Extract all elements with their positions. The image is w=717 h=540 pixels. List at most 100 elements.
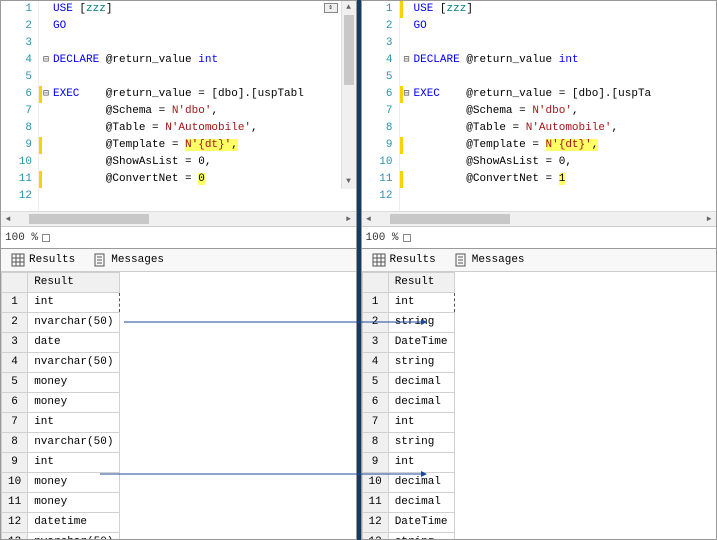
table-row[interactable]: 8nvarchar(50) xyxy=(2,433,120,453)
code-line[interactable] xyxy=(414,35,717,52)
tab-messages[interactable]: Messages xyxy=(89,251,168,269)
cell-value[interactable]: nvarchar(50) xyxy=(28,533,120,540)
right-editor[interactable]: 123456789101112 ⊟⊟ USE [zzz]GODECLARE @r… xyxy=(362,1,717,211)
cell-value[interactable]: int xyxy=(388,293,454,313)
cell-value[interactable]: string xyxy=(388,353,454,373)
code-line[interactable]: GO xyxy=(414,18,717,35)
cell-value[interactable]: decimal xyxy=(388,373,454,393)
row-number[interactable]: 12 xyxy=(2,513,28,533)
code-line[interactable]: @Table = N'Automobile', xyxy=(53,120,356,137)
cell-value[interactable]: nvarchar(50) xyxy=(28,353,120,373)
row-number[interactable]: 3 xyxy=(2,333,28,353)
column-header[interactable]: Result xyxy=(28,273,120,293)
row-number[interactable]: 5 xyxy=(2,373,28,393)
cell-value[interactable]: string xyxy=(388,433,454,453)
left-code-area[interactable]: USE [zzz]GODECLARE @return_value intEXEC… xyxy=(53,1,356,211)
tab-results[interactable]: Results xyxy=(7,251,79,269)
row-number[interactable]: 2 xyxy=(2,313,28,333)
table-row[interactable]: 11money xyxy=(2,493,120,513)
row-number[interactable]: 13 xyxy=(2,533,28,540)
cell-value[interactable]: DateTime xyxy=(388,333,454,353)
table-row[interactable]: 4nvarchar(50) xyxy=(2,353,120,373)
table-row[interactable]: 5money xyxy=(2,373,120,393)
row-number[interactable]: 7 xyxy=(2,413,28,433)
code-line[interactable]: EXEC @return_value = [dbo].[uspTabl xyxy=(53,86,356,103)
cell-value[interactable]: nvarchar(50) xyxy=(28,433,120,453)
column-header[interactable]: Result xyxy=(388,273,454,293)
code-line[interactable]: @ShowAsList = 0, xyxy=(53,154,356,171)
row-number[interactable]: 13 xyxy=(362,533,388,540)
table-row[interactable]: 1int xyxy=(2,293,120,313)
row-number[interactable]: 5 xyxy=(362,373,388,393)
right-code-area[interactable]: USE [zzz]GODECLARE @return_value intEXEC… xyxy=(414,1,717,211)
fold-minus-icon[interactable]: ⊟ xyxy=(39,52,53,69)
left-editor[interactable]: 123456789101112 ⊟⊟ USE [zzz]GODECLARE @r… xyxy=(1,1,356,211)
cell-value[interactable]: int xyxy=(28,413,120,433)
zoom-level[interactable]: 100 % xyxy=(366,232,399,244)
table-row[interactable]: 13nvarchar(50) xyxy=(2,533,120,540)
cell-value[interactable]: nvarchar(50) xyxy=(28,313,120,333)
code-line[interactable] xyxy=(414,69,717,86)
scrollbar-thumb[interactable] xyxy=(344,15,354,85)
code-line[interactable]: @ConvertNet = 1 xyxy=(414,171,717,188)
code-line[interactable]: DECLARE @return_value int xyxy=(414,52,717,69)
cell-value[interactable]: int xyxy=(388,413,454,433)
table-row[interactable]: 6decimal xyxy=(362,393,454,413)
code-line[interactable]: USE [zzz] xyxy=(53,1,356,18)
split-button[interactable]: ⇕ xyxy=(324,3,338,13)
cell-value[interactable]: money xyxy=(28,373,120,393)
vertical-scrollbar[interactable]: ▲ ▼ xyxy=(341,1,356,189)
row-number[interactable]: 8 xyxy=(362,433,388,453)
table-row[interactable]: 3DateTime xyxy=(362,333,454,353)
table-row[interactable]: 9int xyxy=(362,453,454,473)
row-number[interactable]: 11 xyxy=(362,493,388,513)
cell-value[interactable]: money xyxy=(28,493,120,513)
grid-corner[interactable] xyxy=(2,273,28,293)
code-line[interactable]: @Schema = N'dbo', xyxy=(414,103,717,120)
table-row[interactable]: 5decimal xyxy=(362,373,454,393)
cell-value[interactable]: money xyxy=(28,473,120,493)
code-line[interactable] xyxy=(53,35,356,52)
scrollbar-thumb[interactable] xyxy=(29,214,149,224)
code-line[interactable]: @Template = N'{dt}', xyxy=(414,137,717,154)
table-row[interactable]: 2nvarchar(50) xyxy=(2,313,120,333)
grid-corner[interactable] xyxy=(362,273,388,293)
cell-value[interactable]: decimal xyxy=(388,473,454,493)
scrollbar-thumb[interactable] xyxy=(390,214,510,224)
table-row[interactable]: 13string xyxy=(362,533,454,540)
code-line[interactable]: @Table = N'Automobile', xyxy=(414,120,717,137)
table-row[interactable]: 12DateTime xyxy=(362,513,454,533)
chevron-down-icon[interactable] xyxy=(403,234,411,242)
table-row[interactable]: 2string xyxy=(362,313,454,333)
cell-value[interactable]: datetime xyxy=(28,513,120,533)
fold-minus-icon[interactable]: ⊟ xyxy=(400,52,414,69)
table-row[interactable]: 10money xyxy=(2,473,120,493)
cell-value[interactable]: money xyxy=(28,393,120,413)
row-number[interactable]: 11 xyxy=(2,493,28,513)
tab-results[interactable]: Results xyxy=(368,251,440,269)
row-number[interactable]: 2 xyxy=(362,313,388,333)
code-line[interactable]: DECLARE @return_value int xyxy=(53,52,356,69)
row-number[interactable]: 10 xyxy=(362,473,388,493)
code-line[interactable] xyxy=(53,188,356,205)
horizontal-scrollbar[interactable]: ◄► xyxy=(1,211,356,226)
tab-messages[interactable]: Messages xyxy=(450,251,529,269)
row-number[interactable]: 1 xyxy=(2,293,28,313)
right-results-grid[interactable]: Result1int2string3DateTime4string5decima… xyxy=(362,272,717,539)
code-line[interactable]: @Schema = N'dbo', xyxy=(53,103,356,120)
cell-value[interactable]: string xyxy=(388,533,454,540)
cell-value[interactable]: int xyxy=(28,453,120,473)
zoom-level[interactable]: 100 % xyxy=(5,232,38,244)
cell-value[interactable]: decimal xyxy=(388,493,454,513)
chevron-down-icon[interactable] xyxy=(42,234,50,242)
code-line[interactable]: @Template = N'{dt}', xyxy=(53,137,356,154)
row-number[interactable]: 1 xyxy=(362,293,388,313)
row-number[interactable]: 6 xyxy=(2,393,28,413)
left-results-grid[interactable]: Result1int2nvarchar(50)3date4nvarchar(50… xyxy=(1,272,356,539)
code-line[interactable]: @ConvertNet = 0 xyxy=(53,171,356,188)
table-row[interactable]: 8string xyxy=(362,433,454,453)
code-line[interactable]: EXEC @return_value = [dbo].[uspTa xyxy=(414,86,717,103)
cell-value[interactable]: string xyxy=(388,313,454,333)
code-line[interactable] xyxy=(53,69,356,86)
row-number[interactable]: 12 xyxy=(362,513,388,533)
